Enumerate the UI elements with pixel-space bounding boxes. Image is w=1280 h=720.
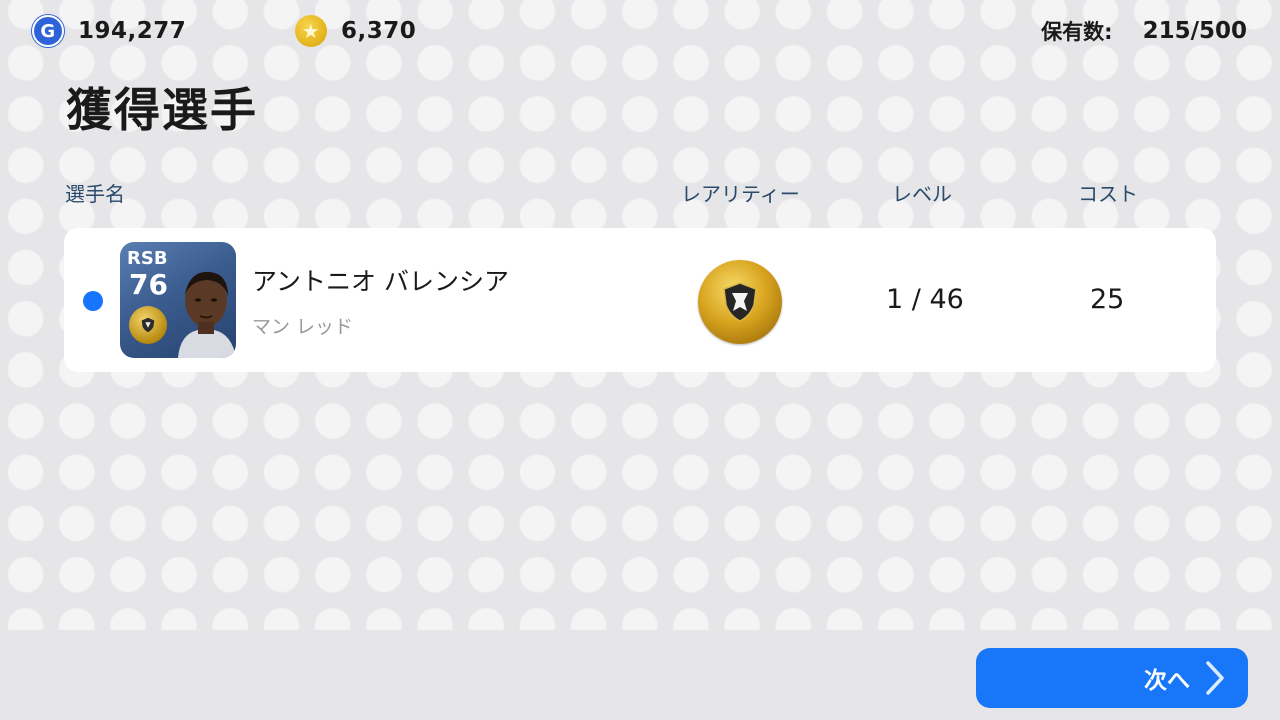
- card-rarity-icon: [129, 306, 167, 344]
- player-name: アントニオ バレンシア: [252, 267, 509, 296]
- player-cost: 25: [1090, 284, 1125, 315]
- star-coin-icon: ★: [295, 15, 327, 47]
- gold-rarity-badge-icon: [698, 260, 782, 344]
- owned-label: 保有数:: [1041, 20, 1113, 44]
- page-title: 獲得選手: [66, 83, 258, 137]
- player-portrait: [178, 271, 236, 358]
- gp-currency: G 194,277: [32, 15, 186, 47]
- chevron-right-icon: [1206, 661, 1224, 695]
- coin-currency: ★ 6,370: [295, 15, 416, 47]
- next-button-label: 次へ: [1144, 668, 1190, 694]
- player-row[interactable]: RSB 76 アントニオ バレンシア マン レッド 1 / 46 25: [64, 228, 1216, 372]
- card-rating: 76: [129, 268, 168, 301]
- next-button[interactable]: 次へ: [976, 648, 1248, 708]
- column-header-name: 選手名: [65, 182, 125, 206]
- card-position: RSB: [127, 248, 168, 269]
- owned-value: 215/500: [1142, 18, 1247, 44]
- player-level: 1 / 46: [886, 284, 964, 315]
- column-header-rarity: レアリティー: [681, 182, 800, 206]
- player-club: マン レッド: [252, 316, 354, 338]
- new-indicator-dot: [83, 291, 103, 311]
- column-header-cost: コスト: [1078, 182, 1138, 206]
- coin-value: 6,370: [341, 18, 417, 44]
- column-header-level: レベル: [892, 182, 952, 206]
- player-card[interactable]: RSB 76: [120, 242, 236, 358]
- owned-count: 保有数: 215/500: [1041, 15, 1247, 47]
- gp-coin-icon: G: [32, 15, 64, 47]
- gp-value: 194,277: [78, 18, 187, 44]
